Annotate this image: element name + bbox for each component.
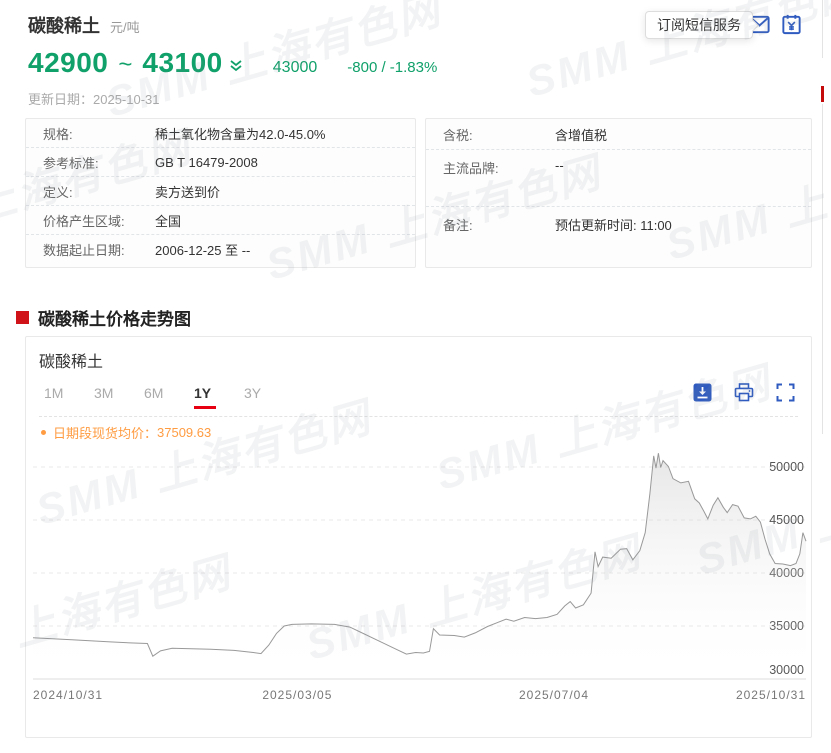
spec-label: 参考标准: [43, 155, 99, 171]
product-unit: 元/吨 [110, 20, 140, 35]
tab-1m[interactable]: 1M [44, 385, 94, 401]
page-edge-line [822, 0, 823, 58]
spec-value: 2006-12-25 至 -- [155, 243, 251, 258]
svg-text:2024/10/31: 2024/10/31 [33, 688, 103, 702]
chart-toolbar [693, 383, 795, 402]
tab-3m[interactable]: 3M [94, 385, 144, 401]
legend-dot-icon [41, 430, 46, 435]
spec-card-left: 规格: 稀土氧化物含量为42.0-45.0% 参考标准: GB T 16479-… [25, 118, 416, 268]
period-tabs: 1M 3M 6M 1Y 3Y [44, 385, 294, 409]
page: SMM 上海有色网 SMM 上海有色网 SMM 上海有色网 SMM 上海有色网 … [0, 0, 831, 753]
spec-label: 规格: [43, 126, 73, 142]
spec-row: 价格产生区域: 全国 [26, 206, 415, 235]
page-edge-line [822, 104, 823, 434]
price-range-separator: ~ [118, 51, 133, 78]
chart-legend[interactable]: 日期段现货均价： 37509.63 [41, 423, 211, 442]
spec-value: 预估更新时间: 11:00 [555, 218, 672, 233]
svg-text:2025/07/04: 2025/07/04 [519, 688, 589, 702]
legend-value: 37509.63 [157, 425, 212, 440]
product-title: 碳酸稀土 [28, 16, 100, 36]
tab-1y[interactable]: 1Y [194, 385, 244, 409]
page-edge-red-marker [821, 86, 824, 102]
spec-row: 参考标准: GB T 16479-2008 [26, 148, 415, 177]
active-tab-underline [194, 406, 216, 409]
spec-value: GB T 16479-2008 [155, 154, 258, 170]
price-header: 碳酸稀土 元/吨 42900 ~ 43100 43000 -800 / -1.8… [28, 12, 437, 108]
price-down-icon [229, 59, 243, 78]
subscribe-sms-button[interactable]: 订阅短信服务 [645, 11, 753, 39]
spec-row: 定义: 卖方送到价 [26, 177, 415, 206]
price-average: 43000 [272, 59, 318, 76]
spec-value: 全国 [155, 213, 182, 229]
price-high: 43100 [142, 47, 223, 78]
fullscreen-icon[interactable] [776, 383, 795, 402]
divider [39, 416, 798, 417]
tab-6m[interactable]: 6M [144, 385, 194, 401]
spec-row: 备注: 预估更新时间: 11:00 [426, 207, 811, 267]
spec-label: 备注: [443, 218, 473, 233]
spec-card-right: 含税: 含增值税 主流品牌: -- 备注: 预估更新时间: 11:00 [425, 118, 812, 268]
svg-text:45000: 45000 [769, 513, 804, 527]
section-marker-icon [16, 311, 29, 324]
svg-text:50000: 50000 [769, 460, 804, 474]
legend-label: 日期段现货均价： [53, 426, 158, 441]
spec-value: -- [555, 158, 564, 173]
chart-card: 碳酸稀土 1M 3M 6M 1Y 3Y 日期段现货均价： 37509.63 45… [25, 336, 812, 738]
update-date: 更新日期：2025-10-31 [28, 92, 160, 107]
price-chart[interactable]: 30000350004000045000500002024/10/312025/… [32, 441, 813, 714]
chart-title: 碳酸稀土 [39, 354, 104, 371]
invoice-icon[interactable] [780, 13, 803, 36]
spec-row: 含税: 含增值税 [426, 119, 811, 150]
spec-row: 主流品牌: -- [426, 150, 811, 207]
spec-value: 稀土氧化物含量为42.0-45.0% [155, 126, 326, 142]
section-header: 碳酸稀土价格走势图 [16, 305, 191, 330]
price-low: 42900 [28, 47, 109, 78]
spec-label: 定义: [43, 184, 73, 200]
download-image-icon[interactable] [693, 383, 712, 402]
spec-label: 含税: [443, 127, 473, 143]
svg-text:2025/10/31: 2025/10/31 [736, 688, 806, 702]
section-title: 碳酸稀土价格走势图 [38, 310, 191, 329]
print-icon[interactable] [734, 383, 754, 402]
spec-label: 主流品牌: [443, 161, 499, 176]
spec-value: 含增值税 [555, 127, 608, 143]
spec-row: 数据起止日期: 2006-12-25 至 -- [26, 235, 415, 264]
price-change: -800 / -1.83% [347, 59, 438, 76]
spec-row: 规格: 稀土氧化物含量为42.0-45.0% [26, 119, 415, 148]
spec-label: 价格产生区域: [43, 213, 125, 229]
tab-3y[interactable]: 3Y [244, 385, 294, 401]
svg-text:2025/03/05: 2025/03/05 [262, 688, 332, 702]
spec-value: 卖方送到价 [155, 184, 221, 200]
spec-label: 数据起止日期: [43, 243, 125, 258]
